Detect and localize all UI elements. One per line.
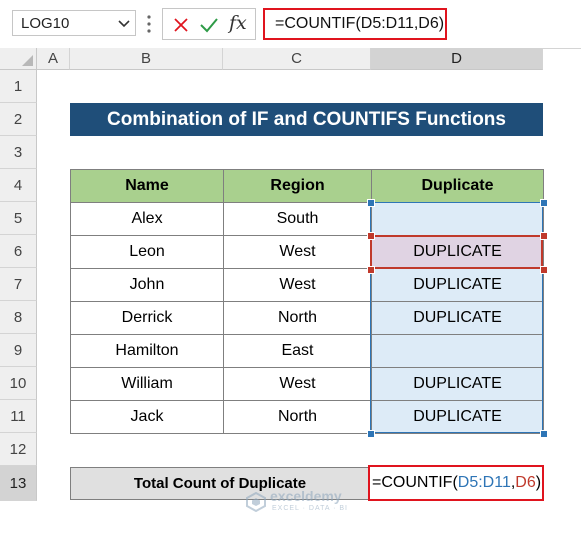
selection-handle[interactable] [367,266,375,274]
table-header-row: Name Region Duplicate [70,169,544,203]
select-all-corner[interactable] [0,48,37,70]
column-header-b[interactable]: B [70,48,223,70]
cell-region[interactable]: West [223,235,372,269]
insert-function-icon[interactable]: fx [229,12,247,34]
name-box[interactable]: LOG10 [12,10,136,36]
table-row: John West DUPLICATE [70,268,544,302]
selection-handle[interactable] [540,199,548,207]
cell-region[interactable]: North [223,400,372,434]
selection-handle[interactable] [540,266,548,274]
cell-duplicate[interactable]: DUPLICATE [371,235,544,269]
watermark-name: exceldemy [270,488,342,504]
formula-cell-ref: D6 [515,474,536,491]
cell-name[interactable]: Alex [70,202,224,236]
formula-input[interactable]: =COUNTIF(D5:D11,D6) [263,8,447,40]
formula-bar: LOG10 fx =COUNTIF(D5:D11,D6) [0,0,581,49]
table-row: Hamilton East [70,334,544,368]
cell-region[interactable]: West [223,268,372,302]
cell-duplicate[interactable] [371,202,544,236]
column-header-a[interactable]: A [37,48,70,70]
sheet-title: Combination of IF and COUNTIFS Functions [70,103,543,136]
cell-duplicate[interactable] [371,334,544,368]
row-header[interactable]: 12 [0,433,37,466]
cell-region[interactable]: South [223,202,372,236]
header-duplicate[interactable]: Duplicate [371,169,544,203]
row-header[interactable]: 7 [0,268,37,301]
exceldemy-logo-icon [246,492,266,512]
row-header[interactable]: 3 [0,136,37,169]
row-header[interactable]: 5 [0,202,37,235]
selection-handle[interactable] [367,430,375,438]
row-header[interactable]: 2 [0,103,37,136]
selection-handle[interactable] [367,232,375,240]
cell-duplicate[interactable]: DUPLICATE [371,268,544,302]
chevron-down-icon[interactable] [117,18,131,30]
cell-duplicate[interactable]: DUPLICATE [371,301,544,335]
cell-name[interactable]: Derrick [70,301,224,335]
row-header[interactable]: 10 [0,367,37,400]
formula-text: =COUNTIF(D5:D11,D6) [275,15,445,32]
watermark: exceldemy EXCEL · DATA · BI [246,488,396,518]
cell-name[interactable]: Jack [70,400,224,434]
table-row: Alex South [70,202,544,236]
selection-handle[interactable] [540,430,548,438]
cell-region[interactable]: East [223,334,372,368]
data-table: Name Region Duplicate Alex South Leon We… [70,169,544,434]
selection-handle[interactable] [540,232,548,240]
column-header-d[interactable]: D [371,48,543,70]
formula-range-ref: D5:D11 [457,474,511,491]
cell-name[interactable]: Leon [70,235,224,269]
row-header[interactable]: 9 [0,334,37,367]
cell-name[interactable]: John [70,268,224,302]
watermark-tagline: EXCEL · DATA · BI [272,505,348,512]
cell-duplicate[interactable]: DUPLICATE [371,367,544,401]
row-header[interactable]: 8 [0,301,37,334]
row-header[interactable]: 13 [0,466,37,501]
row-header[interactable]: 6 [0,235,37,268]
table-row: Leon West DUPLICATE [70,235,544,269]
column-header-c[interactable]: C [223,48,371,70]
cell-duplicate[interactable]: DUPLICATE [371,400,544,434]
formula-suffix: ) [535,474,542,491]
enter-check-icon[interactable] [199,16,219,34]
name-box-value: LOG10 [21,15,70,32]
table-row: Derrick North DUPLICATE [70,301,544,335]
row-header[interactable]: 4 [0,169,37,202]
formula-controls: fx [162,8,256,40]
cell-name[interactable]: William [70,367,224,401]
row-header[interactable]: 1 [0,70,37,103]
more-options-icon[interactable] [145,13,153,35]
cell-name[interactable]: Hamilton [70,334,224,368]
cell-region[interactable]: West [223,367,372,401]
header-region[interactable]: Region [223,169,372,203]
header-name[interactable]: Name [70,169,224,203]
row-header[interactable]: 11 [0,400,37,433]
cell-region[interactable]: North [223,301,372,335]
table-row: William West DUPLICATE [70,367,544,401]
cancel-icon[interactable] [173,17,189,33]
table-row: Jack North DUPLICATE [70,400,544,434]
selection-handle[interactable] [367,199,375,207]
